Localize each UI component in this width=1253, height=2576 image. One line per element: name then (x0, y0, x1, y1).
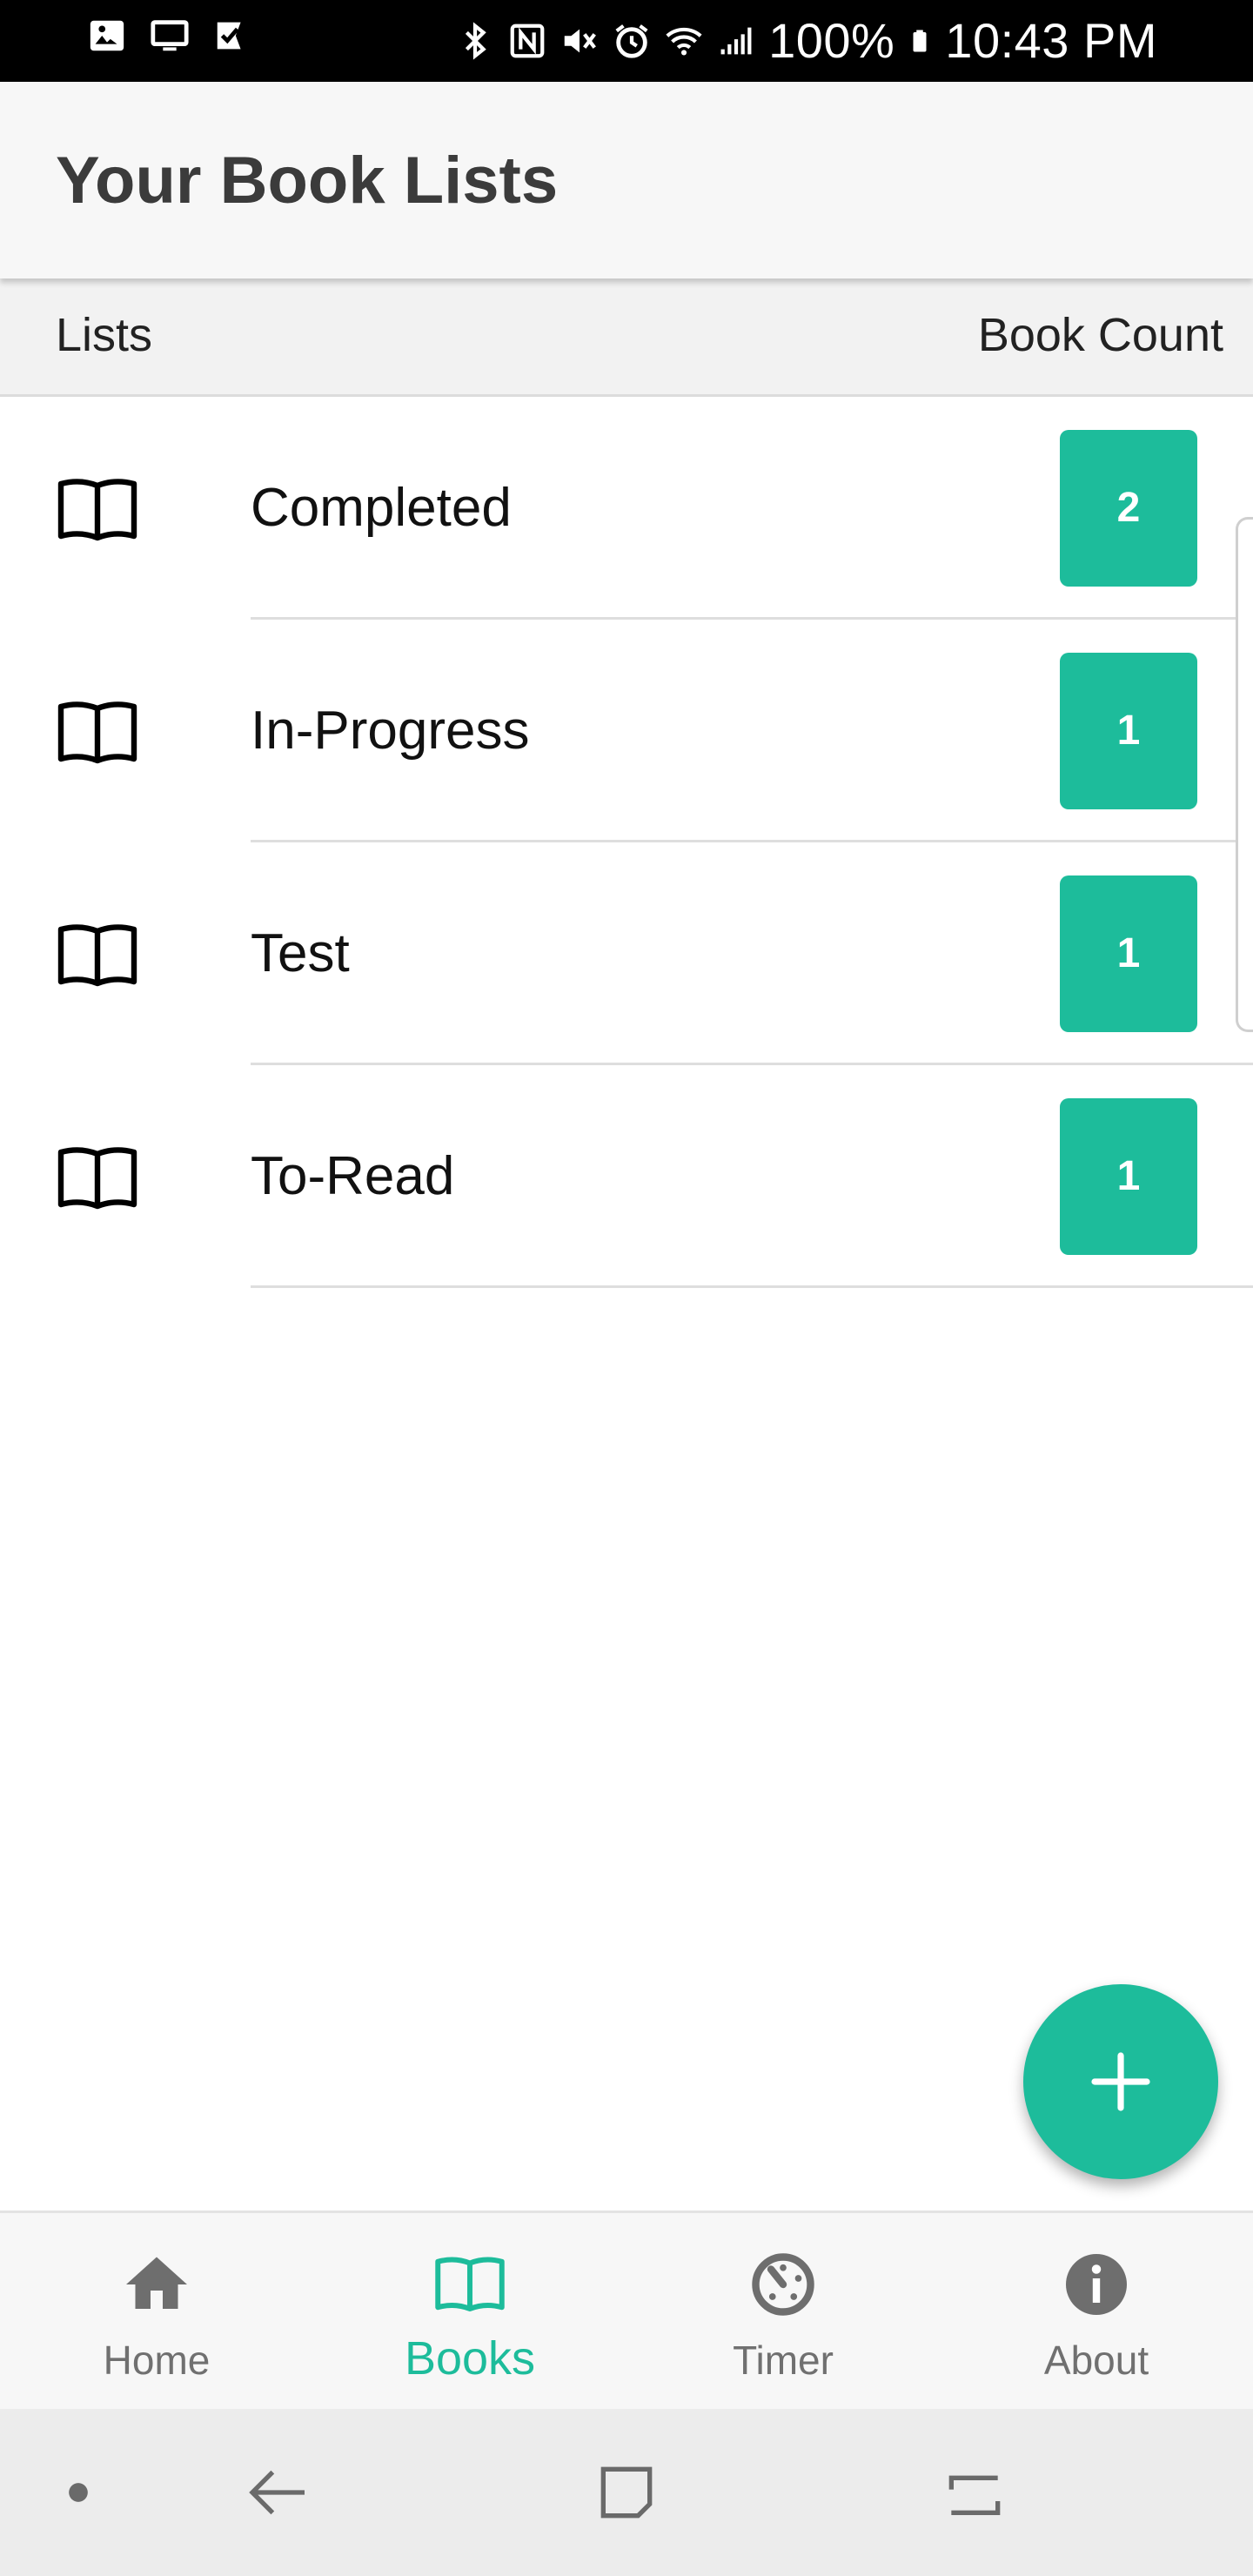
list-name: In-Progress (251, 701, 530, 761)
edge-panel-handle[interactable] (1236, 517, 1253, 1032)
bottom-navigation: Home Books Timer About (0, 2210, 1253, 2409)
book-count-badge: 1 (1060, 653, 1197, 809)
book-icon (57, 479, 137, 541)
back-icon (249, 2470, 305, 2515)
column-book-count-label: Book Count (977, 309, 1223, 361)
list-name: Test (251, 923, 350, 983)
timer-icon (752, 2253, 814, 2316)
battery-percent: 100% (768, 13, 895, 68)
tab-timer[interactable]: Timer (626, 2213, 940, 2409)
cast-screen-icon (151, 20, 189, 51)
book-icon (57, 924, 137, 987)
recents-icon (948, 2475, 1001, 2515)
home-square-icon (600, 2466, 653, 2519)
status-icons-right: 100% 10:43 PM (455, 9, 1157, 73)
signal-icon (720, 27, 752, 55)
tab-label: Books (404, 2332, 536, 2385)
book-icon (57, 701, 137, 764)
wifi-icon (666, 27, 702, 56)
tab-label: Timer (733, 2338, 834, 2383)
mute-icon (564, 29, 596, 53)
list-name: To-Read (251, 1146, 455, 1206)
book-icon (57, 1147, 137, 1210)
book-count-badge: 2 (1060, 430, 1197, 587)
book-count-badge: 1 (1060, 875, 1197, 1032)
status-bar: 100% 10:43 PM (0, 0, 1253, 82)
tab-home[interactable]: Home (0, 2213, 313, 2409)
list-item-test[interactable]: Test 1 (0, 842, 1253, 1065)
home-button[interactable] (574, 2409, 679, 2576)
column-header: Lists Book Count (0, 278, 1253, 397)
page-title: Your Book Lists (56, 144, 559, 218)
recents-button[interactable] (922, 2409, 1027, 2576)
system-navigation-bar (0, 2409, 1253, 2576)
book-count-badge: 1 (1060, 1098, 1197, 1255)
list-item-completed[interactable]: Completed 2 (0, 397, 1253, 620)
dot-button[interactable] (52, 2409, 104, 2576)
back-button[interactable] (226, 2409, 331, 2576)
app-header: Your Book Lists (0, 82, 1253, 278)
nfc-icon (510, 23, 545, 58)
column-lists-label: Lists (56, 309, 153, 361)
alarm-icon (615, 24, 648, 58)
checkbox-app-icon (217, 22, 241, 50)
status-icons-left (87, 16, 252, 56)
battery-icon (913, 30, 927, 52)
book-icon (435, 2257, 505, 2311)
book-lists: Completed 2 In-Progress 1 Test 1 To-Read… (0, 397, 1253, 1288)
bluetooth-icon (465, 22, 486, 60)
plus-icon (1091, 2052, 1150, 2111)
tab-about[interactable]: About (940, 2213, 1253, 2409)
tab-label: Home (103, 2338, 211, 2383)
clock: 10:43 PM (945, 13, 1157, 68)
tab-books[interactable]: Books (313, 2213, 626, 2409)
image-icon (90, 20, 124, 51)
add-list-button[interactable] (1023, 1984, 1218, 2179)
divider (251, 1285, 1253, 1288)
tab-label: About (1043, 2338, 1149, 2383)
dot-icon (69, 2483, 88, 2502)
home-icon (126, 2257, 187, 2309)
info-icon (1066, 2254, 1127, 2315)
list-item-to-read[interactable]: To-Read 1 (0, 1065, 1253, 1288)
list-item-in-progress[interactable]: In-Progress 1 (0, 620, 1253, 842)
list-name: Completed (251, 478, 512, 538)
